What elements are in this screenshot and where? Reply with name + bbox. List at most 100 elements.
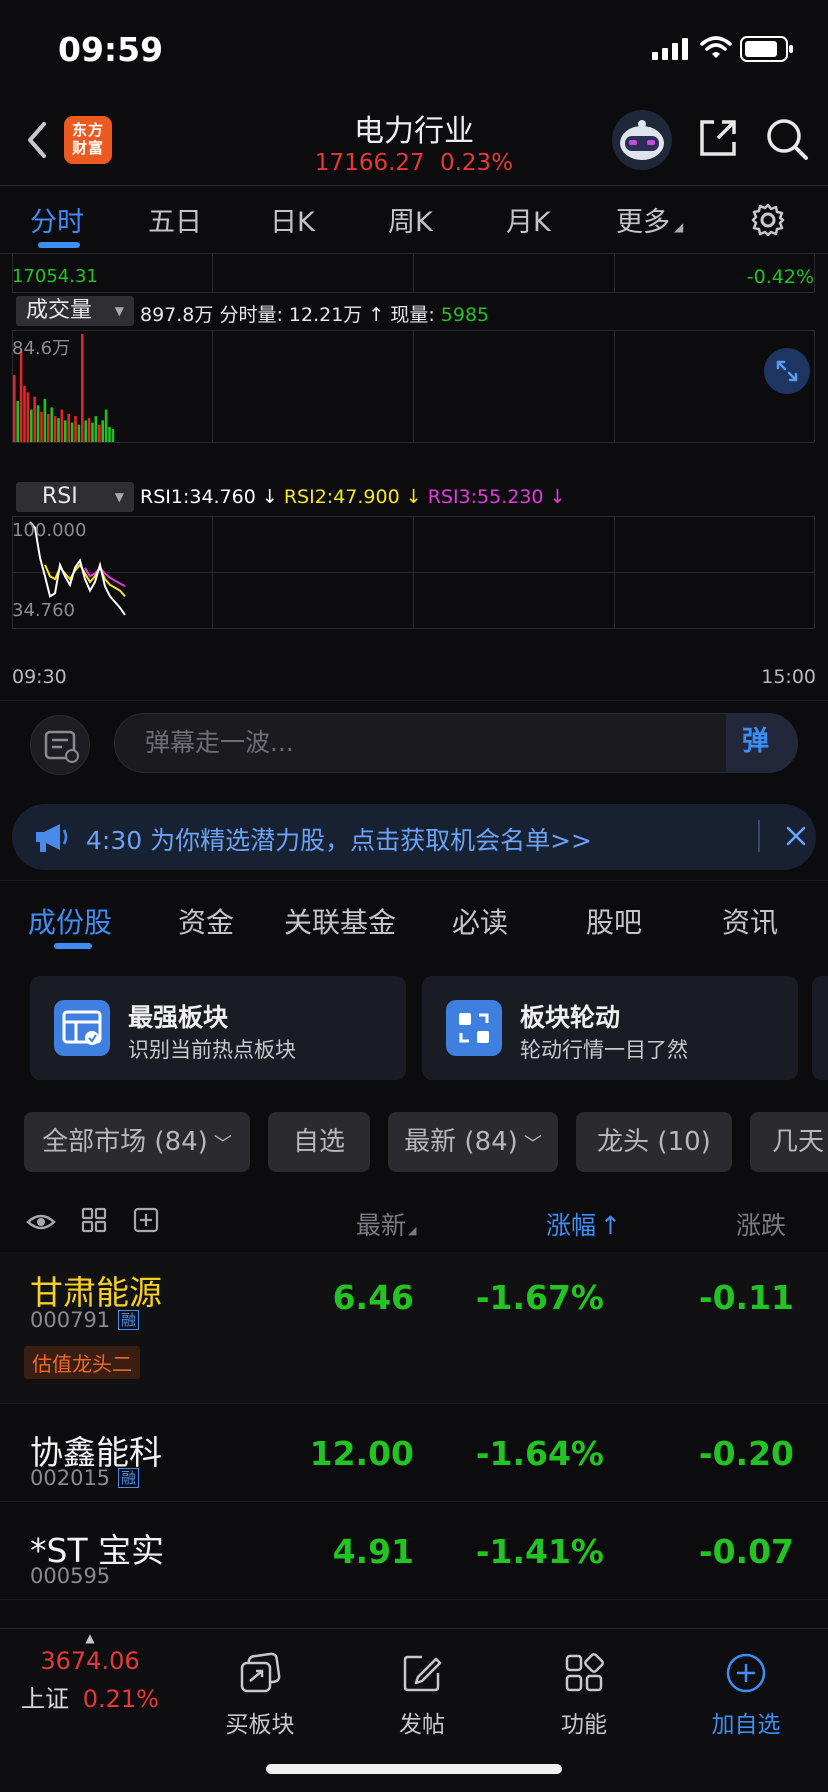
grid-line [814,254,815,292]
col-change[interactable]: 涨跌 [736,1206,792,1242]
volume-bar [81,334,84,442]
tab-five-day[interactable]: 五日 [148,200,202,239]
col-latest-label: 最新 [356,1211,407,1240]
stock-price: 4.91 [332,1532,414,1571]
expand-chart-button[interactable] [764,348,810,394]
tab-intraday[interactable]: 分时 [30,200,84,239]
apps-icon [565,1653,604,1692]
filter-days[interactable]: 几天 [750,1112,828,1172]
add-box-icon [133,1207,159,1233]
tab-daily-k[interactable]: 日K [270,200,315,239]
volume-bar [84,420,87,442]
promo-banner[interactable]: 4:30 为你精选潜力股，点击获取机会名单>> [12,804,816,870]
edit-icon [403,1655,442,1692]
sh-index-value: 3674.06 [40,1647,140,1675]
rotation-icon [446,1000,502,1056]
toggle-visibility-button[interactable] [26,1208,56,1240]
status-time: 09:59 [58,30,164,69]
volume-period: 分时量: 12.21万 [219,304,363,326]
index-value: 17166.27 [314,150,425,176]
index-change: 0.23% [439,150,514,176]
eye-icon [26,1214,56,1230]
post-button[interactable]: 发帖 [362,1651,482,1739]
add-watchlist-label: 加自选 [711,1712,781,1738]
share-button[interactable] [696,116,740,164]
time-end-label: 15:00 [761,666,816,688]
grid-line [413,254,414,292]
tab-weekly-k[interactable]: 周K [388,200,433,239]
tab-news[interactable]: 资讯 [722,901,778,941]
grid-view-button[interactable] [80,1206,108,1238]
col-latest[interactable]: 最新 ◢ [356,1206,416,1242]
volume-bar [53,416,57,442]
add-watchlist-bottom-button[interactable]: 加自选 [686,1651,806,1739]
danmaku-toggle-button[interactable]: 弹 [726,713,798,773]
filter-all-markets[interactable]: 全部市场 (84) ﹀ [24,1112,250,1172]
volume-bar [91,422,94,442]
functions-label: 功能 [561,1712,607,1738]
volume-bar [50,407,53,442]
tab-funds[interactable]: 资金 [178,901,234,941]
stock-row[interactable]: 甘肃能源 000791 融 估值龙头二 6.46 -1.67% -0.11 [0,1252,828,1404]
volume-bar [77,424,81,442]
filter-watchlist[interactable]: 自选 [268,1112,370,1172]
tab-more[interactable]: 更多 ◢ [616,200,683,239]
stock-row[interactable]: 协鑫能科 002015 融 12.00 -1.64% -0.20 [0,1404,828,1502]
caret-down-icon: ▼ [114,490,124,504]
tab-forum[interactable]: 股吧 [586,901,642,941]
filter-leaders[interactable]: 龙头 (10) [576,1112,732,1172]
chart-settings-button[interactable] [750,202,786,242]
volume-bar [101,420,104,442]
rsi-bottom-label: 34.760 [12,600,75,621]
tab-constituents[interactable]: 成份股 [28,901,112,941]
buy-sector-button[interactable]: 买板块 [200,1651,320,1739]
search-button[interactable] [764,116,810,166]
grid-line [212,254,213,292]
post-label: 发帖 [399,1712,445,1738]
danmaku-settings-button[interactable] [30,715,90,775]
stock-price: 6.46 [332,1278,414,1317]
chip-label: 全部市场 (84) [42,1127,208,1157]
card-sector-rotation[interactable]: 板块轮动 轮动行情一目了然 [422,976,798,1080]
tab-must-read[interactable]: 必读 [452,901,508,941]
stock-row[interactable]: *ST 宝实 000595 4.91 -1.41% -0.07 [0,1502,828,1600]
ai-assistant-avatar[interactable] [612,110,672,170]
list-header: 最新 ◢ 涨幅 ↑ 涨跌 [0,1192,828,1252]
market-index-widget[interactable]: 3674.06 上证 0.21% [0,1647,180,1714]
stock-change-pct: -1.41% [475,1532,604,1571]
volume-bar [16,400,19,442]
buy-sector-label: 买板块 [225,1712,295,1738]
sort-icon: ◢ [408,1224,417,1237]
stock-badge: 估值龙头二 [24,1346,140,1379]
card-peek[interactable] [812,976,828,1080]
volume-bar [87,418,91,442]
sector-chart-icon [54,1000,110,1056]
danmaku-input[interactable]: 弹幕走一波... [114,713,798,773]
close-banner-button[interactable] [780,820,812,856]
stock-name: 甘肃能源 [30,1273,162,1312]
functions-button[interactable]: 功能 [524,1651,644,1739]
rsi-top-label: 100.000 [12,520,87,541]
volume-bar [47,413,50,442]
volume-bar [67,413,70,442]
signal-icon [652,38,690,64]
margin-trading-tag: 融 [118,1468,140,1488]
header: 东方 财富 电力行业 17166.27 0.23% [0,96,828,186]
card-strongest-sector[interactable]: 最强板块 识别当前热点板块 [30,976,406,1080]
volume-indicator-select[interactable]: 成交量 ▼ [16,296,134,326]
volume-bar [40,411,43,442]
col-change-pct-label: 涨幅 [546,1211,597,1240]
chart-period-tabs: 分时 五日 日K 周K 月K 更多 ◢ [0,186,828,254]
tab-related-funds[interactable]: 关联基金 [284,901,396,941]
col-change-pct[interactable]: 涨幅 ↑ [546,1206,621,1242]
robot-icon [620,120,664,160]
tab-monthly-k[interactable]: 月K [506,200,551,239]
sort-ascending-icon: ↑ [600,1211,621,1240]
stock-change: -0.11 [698,1278,794,1317]
volume-bar [70,422,74,442]
chip-label: 最新 (84) [404,1127,518,1157]
filter-latest[interactable]: 最新 (84) ﹀ [388,1112,558,1172]
add-watchlist-button[interactable] [132,1206,160,1238]
rsi-indicator-select[interactable]: RSI ▼ [16,482,134,512]
volume-stats: 897.8万 分时量: 12.21万 ↑ 现量: 5985 [140,300,489,327]
